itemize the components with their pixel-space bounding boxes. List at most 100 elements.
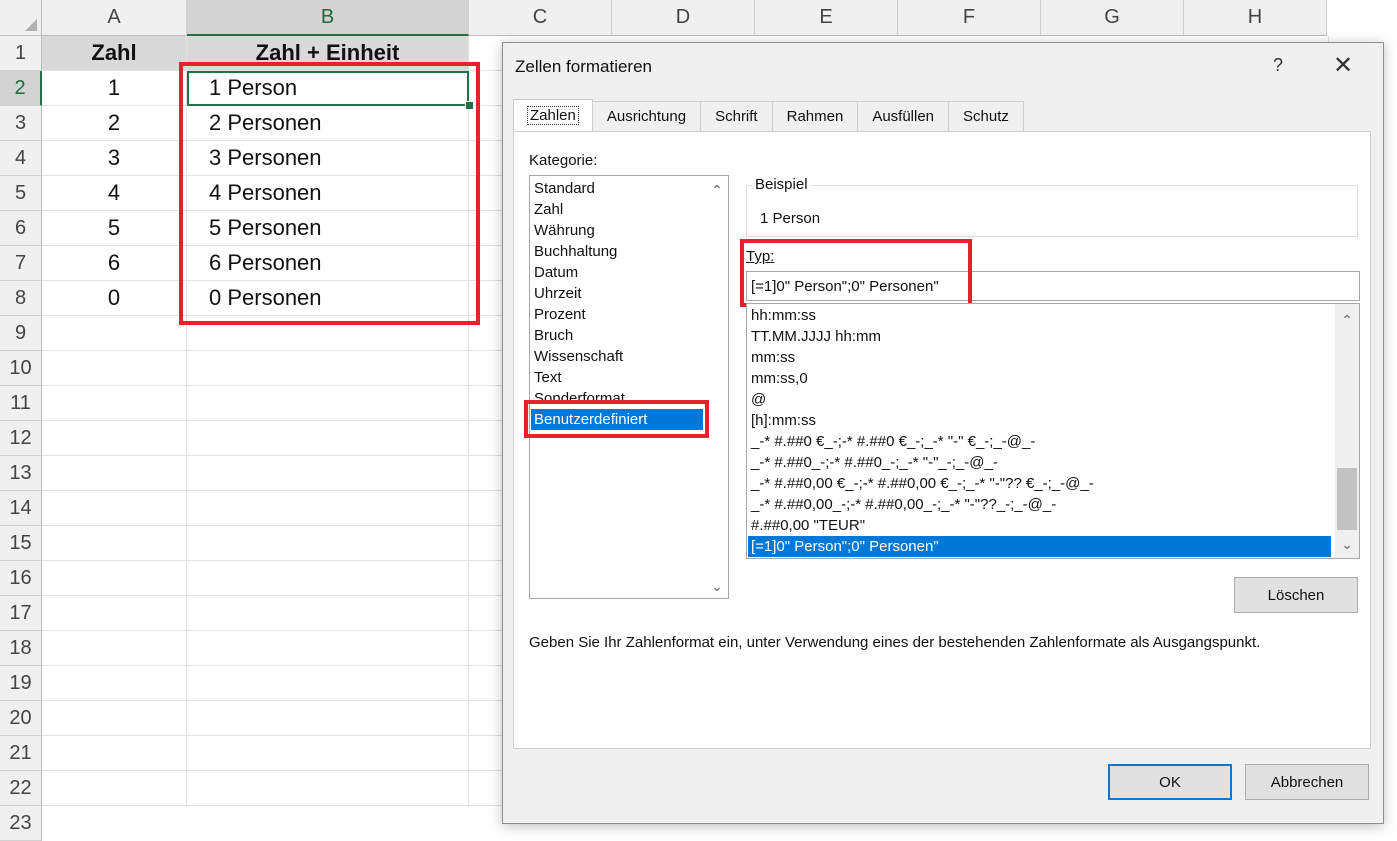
cell[interactable] <box>42 736 187 771</box>
tab-schutz[interactable]: Schutz <box>948 101 1024 131</box>
fill-handle[interactable] <box>465 101 474 110</box>
cell[interactable] <box>187 596 469 631</box>
column-header-b[interactable]: B <box>187 0 469 36</box>
cell[interactable] <box>187 456 469 491</box>
column-header-e[interactable]: E <box>755 0 898 36</box>
tab-ausrichtung[interactable]: Ausrichtung <box>591 101 702 131</box>
list-item-selected[interactable]: [=1]0" Person";0" Personen" <box>748 536 1331 557</box>
column-header-a[interactable]: A <box>42 0 187 36</box>
cell-b7[interactable]: 6 Personen <box>187 246 469 281</box>
list-item[interactable]: hh:mm:ss <box>751 305 816 326</box>
format-list[interactable]: hh:mm:ss TT.MM.JJJJ hh:mm mm:ss mm:ss,0 … <box>746 303 1360 559</box>
row-header[interactable]: 13 <box>0 456 42 491</box>
row-header[interactable]: 3 <box>0 106 42 141</box>
close-icon[interactable]: ✕ <box>1333 51 1353 81</box>
list-item[interactable]: #.##0,00 "TEUR" <box>751 515 865 536</box>
list-item[interactable]: _-* #.##0,00_-;-* #.##0,00_-;_-* "-"??_-… <box>751 494 1056 515</box>
cell[interactable] <box>42 631 187 666</box>
row-header[interactable]: 5 <box>0 176 42 211</box>
cell[interactable] <box>42 666 187 701</box>
scrollbar-thumb[interactable] <box>1337 468 1357 530</box>
type-input[interactable]: [=1]0" Person";0" Personen" <box>746 271 1360 301</box>
list-item[interactable]: Standard <box>534 178 595 199</box>
cell-a6[interactable]: 5 <box>42 211 187 246</box>
cell-a3[interactable]: 2 <box>42 106 187 141</box>
category-scrollbar[interactable]: ⌃ ⌄ <box>706 176 728 598</box>
list-item[interactable]: Datum <box>534 262 578 283</box>
row-header[interactable]: 7 <box>0 246 42 281</box>
format-scrollbar[interactable]: ⌃ ⌄ <box>1335 304 1359 558</box>
row-header[interactable]: 4 <box>0 141 42 176</box>
row-header[interactable]: 20 <box>0 701 42 736</box>
cell[interactable] <box>187 491 469 526</box>
cell[interactable] <box>187 421 469 456</box>
chevron-up-icon[interactable]: ⌃ <box>706 180 728 200</box>
list-item[interactable]: Bruch <box>534 325 573 346</box>
cell[interactable] <box>42 596 187 631</box>
cell-b5[interactable]: 4 Personen <box>187 176 469 211</box>
chevron-down-icon[interactable]: ⌄ <box>706 576 728 596</box>
column-header-f[interactable]: F <box>898 0 1041 36</box>
row-header[interactable]: 16 <box>0 561 42 596</box>
cell[interactable] <box>187 561 469 596</box>
cell[interactable] <box>187 736 469 771</box>
list-item[interactable]: TT.MM.JJJJ hh:mm <box>751 326 881 347</box>
tab-schrift[interactable]: Schrift <box>700 101 773 131</box>
cell-b3[interactable]: 2 Personen <box>187 106 469 141</box>
cell[interactable] <box>42 421 187 456</box>
cell[interactable] <box>42 316 187 351</box>
row-header[interactable]: 1 <box>0 36 42 71</box>
column-header-h[interactable]: H <box>1184 0 1327 36</box>
cell[interactable] <box>42 386 187 421</box>
list-item[interactable]: Wissenschaft <box>534 346 623 367</box>
cell[interactable] <box>187 631 469 666</box>
list-item-selected[interactable]: Benutzerdefiniert <box>531 409 703 430</box>
list-item[interactable]: @ <box>751 389 766 410</box>
cell[interactable] <box>187 526 469 561</box>
cell[interactable] <box>42 491 187 526</box>
cell-a8[interactable]: 0 <box>42 281 187 316</box>
row-header[interactable]: 9 <box>0 316 42 351</box>
row-header[interactable]: 21 <box>0 736 42 771</box>
cell[interactable] <box>187 386 469 421</box>
list-item[interactable]: Prozent <box>534 304 586 325</box>
help-button[interactable]: ? <box>1273 55 1283 76</box>
cell-a7[interactable]: 6 <box>42 246 187 281</box>
tab-zahlen[interactable]: Zahlen <box>513 99 593 131</box>
list-item[interactable]: _-* #.##0 €_-;-* #.##0 €_-;_-* "-" €_-;_… <box>751 431 1035 452</box>
category-list[interactable]: Standard Zahl Währung Buchhaltung Datum … <box>529 175 729 599</box>
chevron-down-icon[interactable]: ⌄ <box>1336 534 1358 554</box>
row-header[interactable]: 22 <box>0 771 42 806</box>
list-item[interactable]: Buchhaltung <box>534 241 617 262</box>
list-item[interactable]: Währung <box>534 220 595 241</box>
cancel-button[interactable]: Abbrechen <box>1245 764 1369 800</box>
column-header-g[interactable]: G <box>1041 0 1184 36</box>
column-header-d[interactable]: D <box>612 0 755 36</box>
list-item[interactable]: _-* #.##0,00 €_-;-* #.##0,00 €_-;_-* "-"… <box>751 473 1094 494</box>
row-header[interactable]: 15 <box>0 526 42 561</box>
cell-b2[interactable]: 1 Person <box>187 71 469 106</box>
cell-a2[interactable]: 1 <box>42 71 187 106</box>
cell[interactable] <box>187 351 469 386</box>
column-header-c[interactable]: C <box>469 0 612 36</box>
cell[interactable] <box>42 456 187 491</box>
cell-b8[interactable]: 0 Personen <box>187 281 469 316</box>
cell[interactable] <box>187 771 469 806</box>
select-all-corner[interactable] <box>0 0 42 36</box>
tab-rahmen[interactable]: Rahmen <box>771 101 859 131</box>
row-header[interactable]: 14 <box>0 491 42 526</box>
row-header[interactable]: 8 <box>0 281 42 316</box>
chevron-up-icon[interactable]: ⌃ <box>1336 310 1358 330</box>
ok-button[interactable]: OK <box>1108 764 1232 800</box>
list-item[interactable]: mm:ss,0 <box>751 368 808 389</box>
row-header[interactable]: 17 <box>0 596 42 631</box>
cell[interactable] <box>42 526 187 561</box>
cell[interactable] <box>42 701 187 736</box>
row-header[interactable]: 11 <box>0 386 42 421</box>
row-header[interactable]: 18 <box>0 631 42 666</box>
cell[interactable] <box>42 351 187 386</box>
row-header[interactable]: 2 <box>0 71 42 106</box>
row-header[interactable]: 19 <box>0 666 42 701</box>
delete-button[interactable]: Löschen <box>1234 577 1358 613</box>
list-item[interactable]: [h]:mm:ss <box>751 410 816 431</box>
